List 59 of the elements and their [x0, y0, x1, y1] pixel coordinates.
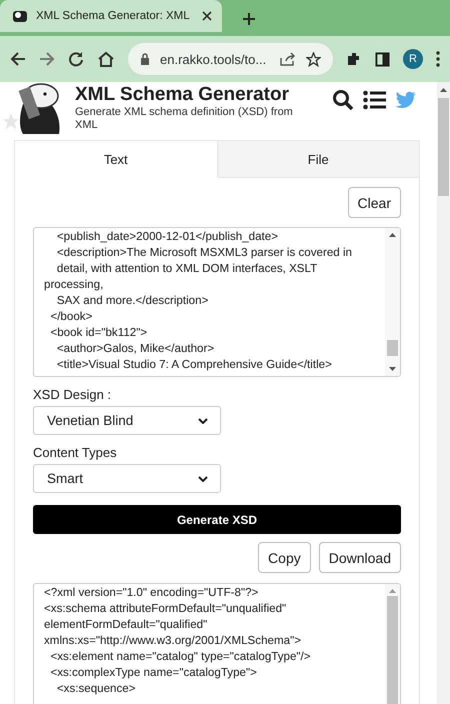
clear-button[interactable]: Clear [348, 187, 401, 218]
scroll-up-icon[interactable] [440, 88, 447, 92]
reload-icon[interactable] [68, 51, 84, 67]
copy-button[interactable]: Copy [258, 542, 311, 573]
home-icon[interactable] [97, 51, 115, 67]
page-subtitle: Generate XML schema definition (XSD) from XML [75, 106, 294, 132]
page-scrollbar[interactable] [437, 82, 450, 704]
browser-tab[interactable]: XML Schema Generator: XML [0, 0, 222, 32]
star-icon[interactable] [306, 52, 321, 66]
code-line: elementFormDefault="qualified" [44, 617, 208, 633]
scrollbar-thumb[interactable] [387, 340, 398, 356]
xsd-output-field[interactable] [33, 583, 401, 704]
profile-avatar[interactable]: R [403, 49, 423, 69]
more-icon[interactable] [436, 51, 440, 67]
xsd-design-dropdown[interactable]: Venetian Blind [33, 406, 221, 435]
code-line: <title>Visual Studio 7: A Comprehensive Guide</title> [56, 357, 333, 373]
code-line: <publish_date>2000-12-01</publish_date> [56, 229, 279, 245]
field-label: XSD Design : [33, 387, 112, 402]
content-types-dropdown[interactable]: Smart [33, 464, 221, 493]
share-icon[interactable] [280, 52, 296, 66]
address-bar[interactable]: en.rakko.tools/to... [128, 43, 333, 75]
scrollbar[interactable] [385, 228, 400, 376]
code-line: </book> [49, 309, 94, 325]
search-icon[interactable] [332, 89, 354, 111]
lock-icon [140, 53, 150, 65]
download-button[interactable]: Download [318, 542, 401, 573]
favorite-star-icon[interactable] [1, 112, 21, 131]
scrollbar-thumb[interactable] [387, 596, 398, 704]
url-text: en.rakko.tools/to... [160, 52, 268, 66]
tab-title: XML Schema Generator: XML [36, 10, 191, 22]
code-line: <xs:sequence> [56, 681, 137, 697]
xml-input-field[interactable] [33, 227, 401, 377]
field-label: Content Types [33, 445, 118, 460]
code-line: <?xml version="1.0" encoding="UTF-8"?> [44, 585, 260, 601]
code-line: <xs:schema attributeFormDefault="unqualified" [44, 601, 288, 617]
code-line: <xs:complexType name="catalogType"> [49, 665, 258, 681]
code-line: processing, [44, 277, 104, 293]
generate-button[interactable]: Generate XSD [33, 505, 401, 534]
menu-icon[interactable] [363, 90, 386, 110]
code-line: detail, with attention to XML DOM interfaces, XSLT [56, 261, 318, 277]
side-panel-icon[interactable] [375, 52, 390, 66]
code-line: <description>The Microsoft MSXML3 parser is covered in [56, 245, 354, 261]
chevron-icon [198, 418, 208, 424]
scrollbar-thumb[interactable] [438, 98, 449, 196]
back-icon[interactable] [10, 51, 26, 67]
tab[interactable]: File [218, 141, 419, 178]
code-line: xmlns:xs="http://www.w3.org/2001/XMLSchema"> [44, 633, 302, 649]
new-tab-icon[interactable] [242, 12, 256, 26]
forward-icon[interactable] [39, 51, 55, 67]
code-line: <author>Galos, Mike</author> [56, 341, 216, 357]
chevron-icon [198, 476, 208, 482]
scroll-down-icon[interactable] [389, 367, 396, 371]
page-title: XML Schema Generator [75, 84, 290, 106]
code-line: SAX and more.</description> [56, 293, 210, 309]
code-line: <book id="bk112"> [49, 325, 148, 341]
close-icon[interactable] [202, 11, 212, 21]
code-line: <xs:element name="catalog" type="catalogType"/> [49, 649, 312, 665]
favicon-icon [12, 8, 28, 24]
scroll-up-icon[interactable] [389, 233, 396, 237]
